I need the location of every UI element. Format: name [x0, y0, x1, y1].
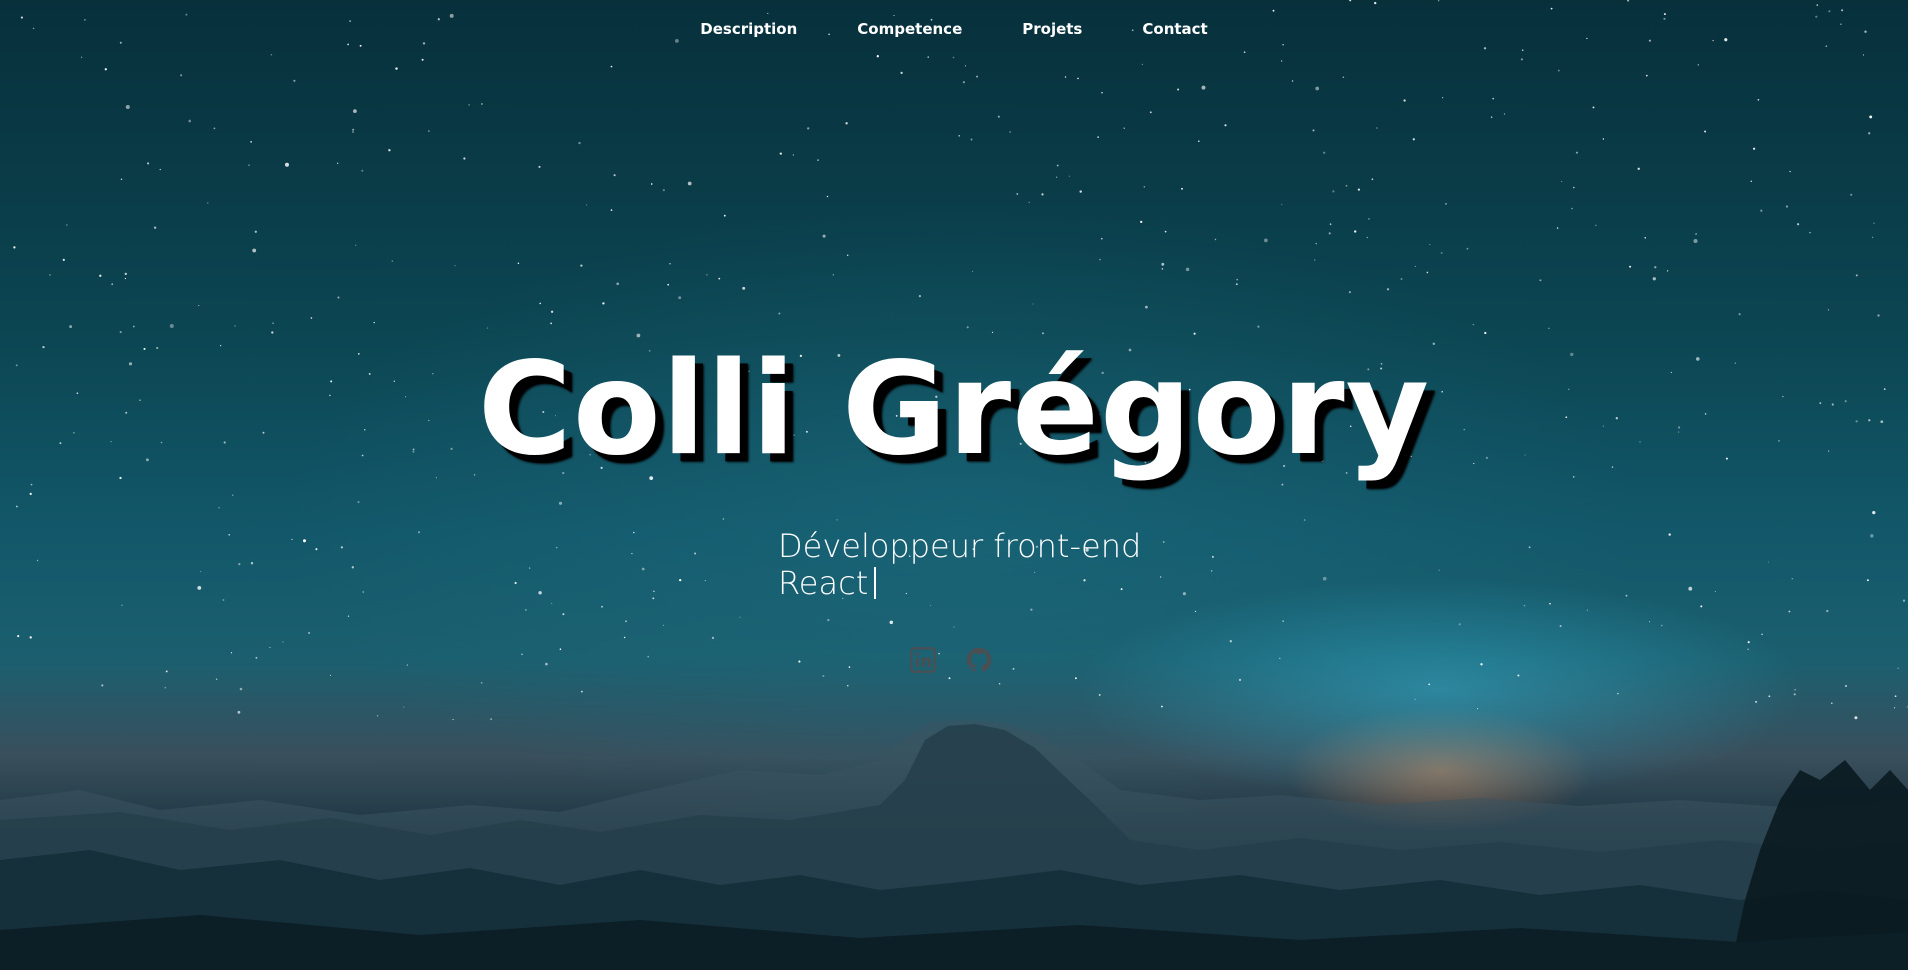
- hero-subtitle: Développeur front-end React: [778, 528, 1198, 602]
- nav-link-competence[interactable]: Competence: [857, 20, 962, 38]
- typed-text: React: [778, 564, 869, 602]
- nav-link-contact[interactable]: Contact: [1142, 20, 1207, 38]
- social-links: [908, 645, 994, 675]
- linkedin-link[interactable]: [908, 645, 938, 675]
- main-nav: Description Competence Projets Contact: [0, 20, 1908, 38]
- subtitle-line-1: Développeur front-end: [778, 527, 1142, 565]
- github-link[interactable]: [964, 645, 994, 675]
- nav-link-projets[interactable]: Projets: [1022, 20, 1082, 38]
- hero-background: [0, 0, 1908, 970]
- mountain-silhouette: [0, 720, 1908, 970]
- subtitle-line-2: React: [778, 565, 1198, 602]
- github-icon: [966, 647, 992, 672]
- hero-title: Colli Grégory: [477, 335, 1431, 484]
- typing-cursor: [874, 567, 877, 599]
- linkedin-icon: [910, 647, 936, 673]
- nav-link-description[interactable]: Description: [700, 20, 797, 38]
